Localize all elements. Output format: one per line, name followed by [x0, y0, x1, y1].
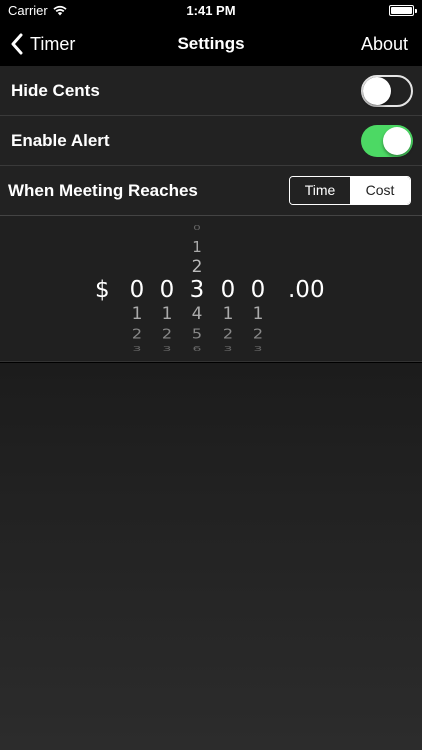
picker-value: 2: [252, 325, 264, 342]
picker-value: 5: [191, 325, 203, 342]
back-button[interactable]: Timer: [10, 22, 75, 66]
alert-mode-segmented-control: Time Cost: [289, 176, 411, 205]
picker-value: 2: [161, 325, 173, 342]
hide-cents-row: Hide Cents: [0, 66, 422, 116]
picker-value: 3: [223, 345, 233, 353]
currency-symbol: $: [95, 277, 110, 303]
enable-alert-toggle[interactable]: [361, 125, 413, 157]
picker-selected-value: 0: [129, 277, 145, 303]
empty-background: [0, 363, 422, 750]
picker-value: 3: [253, 345, 263, 353]
picker-column-4[interactable]: 0 1 2 3: [213, 216, 243, 361]
cost-picker: $ 0 1 2 3 0 1 2 3 0 1 2 3 4 5 6 0 1 2 3: [0, 216, 422, 362]
picker-selected-value: 3: [189, 277, 205, 303]
meeting-reaches-row: When Meeting Reaches Time Cost: [0, 166, 422, 216]
picker-value: 0: [193, 224, 201, 232]
picker-value: 3: [132, 345, 142, 353]
picker-value: 1: [131, 304, 143, 324]
hide-cents-toggle[interactable]: [361, 75, 413, 107]
picker-column-3[interactable]: 0 1 2 3 4 5 6: [182, 216, 212, 361]
picker-selected-value: 0: [250, 277, 266, 303]
segment-time[interactable]: Time: [290, 177, 350, 204]
picker-value: 2: [191, 257, 203, 277]
chevron-left-icon: [11, 33, 23, 55]
status-bar: Carrier 1:41 PM: [0, 0, 422, 22]
picker-column-2[interactable]: 0 1 2 3: [152, 216, 182, 361]
picker-value: 1: [222, 304, 234, 324]
status-time: 1:41 PM: [186, 3, 236, 18]
about-button[interactable]: About: [361, 22, 408, 66]
picker-value: 1: [252, 304, 264, 324]
hide-cents-label: Hide Cents: [11, 81, 100, 100]
picker-value: 6: [192, 345, 202, 353]
picker-value: 1: [161, 304, 173, 324]
back-button-label: Timer: [30, 33, 76, 54]
picker-value: 4: [191, 304, 203, 324]
toggle-knob: [383, 127, 411, 155]
picker-value: 2: [222, 325, 234, 342]
picker-value: 2: [131, 325, 143, 342]
picker-column-5[interactable]: 0 1 2 3: [243, 216, 273, 361]
enable-alert-label: Enable Alert: [11, 131, 110, 150]
meeting-reaches-label: When Meeting Reaches: [8, 181, 198, 200]
picker-column-1[interactable]: 0 1 2 3: [122, 216, 152, 361]
picker-value: 1: [192, 238, 202, 256]
cents-suffix: .00: [288, 277, 325, 303]
picker-value: 3: [162, 345, 172, 353]
toggle-knob: [363, 77, 391, 105]
navigation-bar: Timer Settings About: [0, 22, 422, 66]
picker-selected-value: 0: [159, 277, 175, 303]
enable-alert-row: Enable Alert: [0, 116, 422, 166]
segment-cost[interactable]: Cost: [350, 177, 410, 204]
picker-selected-value: 0: [220, 277, 236, 303]
battery-icon: [389, 5, 417, 16]
